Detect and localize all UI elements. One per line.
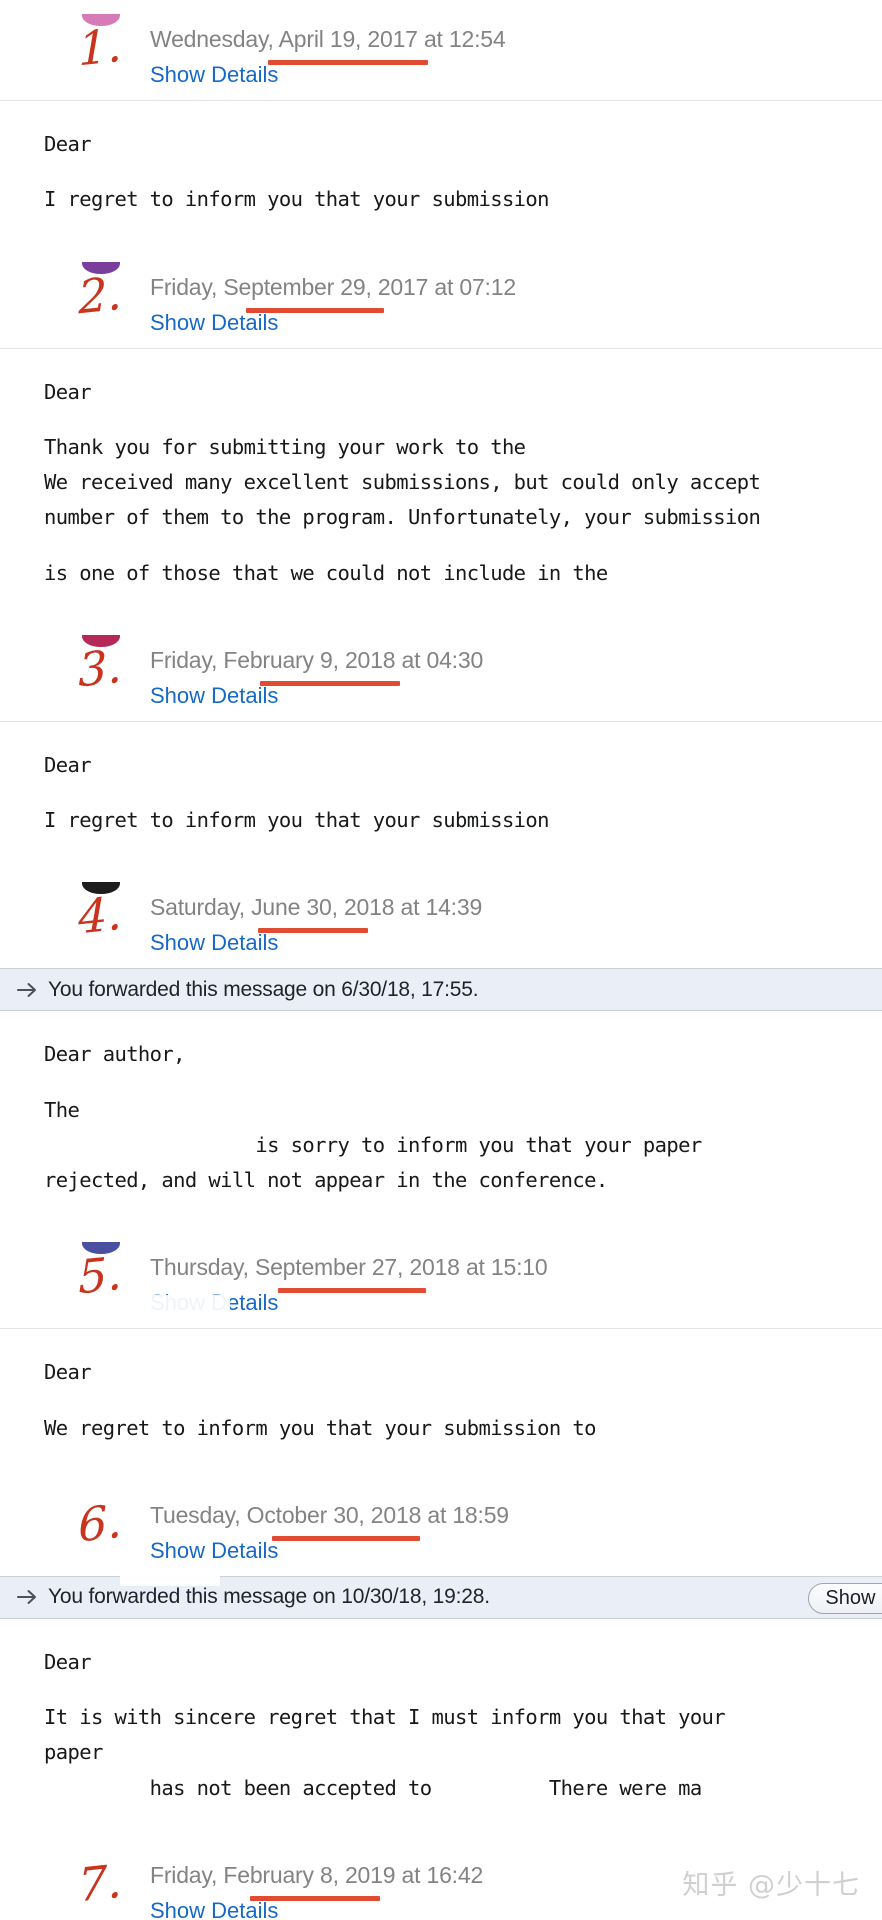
message-header: 3. Friday, February 9, 2018 at 04:30 Show … [0, 621, 882, 721]
body-line: is sorry to inform you that your paper [44, 1132, 702, 1157]
body-line: Dear [44, 1649, 92, 1674]
handwritten-number-label: 6. [77, 1493, 123, 1553]
handwritten-number-annotation: 2. [58, 254, 142, 350]
forwarded-message-text: You forwarded this message on 6/30/18, 1… [48, 977, 479, 1001]
highlighter-swoosh-icon [82, 14, 120, 26]
message-date: Friday, February 9, 2018 at 04:30 [150, 646, 484, 673]
message-body: Dear We regret to inform you that your su… [0, 1329, 882, 1476]
message-header: 4. Saturday, June 30, 2018 at 14:39 Show D… [0, 868, 882, 968]
body-line: The [44, 1097, 80, 1122]
message-header: 2. Friday, September 29, 2017 at 07:12 Sho… [0, 248, 882, 348]
body-line: We regret to inform you that your submis… [44, 1415, 596, 1440]
handwritten-number-annotation: 7. [58, 1842, 142, 1920]
show-details-link[interactable]: Show Details [150, 930, 278, 956]
forwarded-banner: You forwarded this message on 6/30/18, 1… [0, 968, 882, 1012]
body-blank-line [44, 1073, 882, 1093]
message-date: Wednesday, April 19, 2017 at 12:54 [150, 26, 506, 52]
body-line: has not been accepted to There were ma [44, 1775, 702, 1800]
body-line: Dear [44, 1360, 92, 1385]
show-forwarded-button[interactable]: Show For [808, 1582, 882, 1614]
message-body: Dear Thank you for submitting your work t… [0, 349, 882, 621]
message-body: Dear I regret to inform you that your sub… [0, 101, 882, 248]
date-red-underline [260, 680, 400, 686]
handwritten-number-annotation: 3. [58, 627, 142, 723]
handwritten-number-label: 2. [77, 265, 123, 324]
forwarded-banner: You forwarded this message on 10/30/18, … [0, 1575, 882, 1619]
forward-arrow-icon [14, 1584, 40, 1610]
body-blank-line [44, 783, 882, 803]
message-item: 3. Friday, February 9, 2018 at 04:30 Show … [0, 621, 882, 869]
body-line: rejected, and will not appear in the con… [44, 1168, 608, 1192]
message-date: Saturday, June 30, 2018 at 14:39 [150, 894, 483, 921]
show-details-link[interactable]: Show Details [150, 310, 278, 336]
highlighter-swoosh-icon [82, 1242, 120, 1255]
date-red-underline [272, 1535, 420, 1541]
show-details-link[interactable]: Show Details [150, 683, 278, 709]
body-line: Dear [44, 379, 92, 404]
forward-arrow-icon [14, 977, 40, 1003]
body-line: Dear [44, 752, 92, 777]
highlighter-swoosh-icon [82, 882, 120, 895]
body-blank-line [44, 1680, 882, 1700]
message-header: 6. Tuesday, October 30, 2018 at 18:59 Show… [0, 1476, 882, 1576]
handwritten-number-annotation: 6. [58, 1482, 142, 1578]
message-item: 5. Thursday, September 27, 2018 at 15:10 S… [0, 1228, 882, 1476]
message-item: 6. Tuesday, October 30, 2018 at 18:59 Show… [0, 1476, 882, 1836]
handwritten-number-label: 5. [77, 1245, 123, 1305]
watermark: 知乎 @少十七 [682, 1870, 860, 1901]
date-red-underline [278, 1288, 426, 1294]
message-date: Friday, February 8, 2019 at 16:42 [150, 1861, 484, 1888]
handwritten-number-annotation: 4. [58, 874, 142, 970]
body-blank-line [44, 162, 882, 182]
message-item: 1. Wednesday, April 19, 2017 at 12:54 Show… [0, 0, 882, 248]
body-line: I regret to inform you that your submiss… [44, 808, 550, 832]
message-date: Friday, September 29, 2017 at 07:12 [150, 273, 516, 300]
message-item: 4. Saturday, June 30, 2018 at 14:39 Show D… [0, 868, 882, 1228]
message-body: Dear It is with sincere regret that I mus… [0, 1619, 882, 1836]
body-line: Dear author, [44, 1042, 186, 1067]
message-container: 1. Wednesday, April 19, 2017 at 12:54 Show… [0, 0, 882, 1920]
show-details-link[interactable]: Show Details [150, 62, 278, 88]
body-line: Dear [44, 132, 92, 156]
body-line: Thank you for submitting your work to th… [44, 434, 526, 459]
mail-message-list: 1. Wednesday, April 19, 2017 at 12:54 Show… [0, 0, 882, 1920]
message-body: Dear author, The is sorry to inform you t… [0, 1011, 882, 1228]
handwritten-number-annotation: 1. [58, 6, 142, 102]
highlighter-swoosh-icon [82, 261, 120, 274]
body-line: is one of those that we could not includ… [44, 560, 608, 585]
handwritten-number-label: 3. [77, 638, 123, 698]
highlighter-swoosh-icon [82, 634, 120, 647]
message-header: 1. Wednesday, April 19, 2017 at 12:54 Show… [0, 0, 882, 100]
body-blank-line [44, 410, 882, 430]
body-line: We received many excellent submissions, … [44, 470, 761, 494]
handwritten-number-label: 7. [77, 1853, 123, 1913]
forwarded-message-text: You forwarded this message on 10/30/18, … [48, 1585, 490, 1609]
body-line: paper [44, 1740, 103, 1765]
body-blank-line [44, 536, 882, 556]
message-date: Tuesday, October 30, 2018 at 18:59 [150, 1501, 509, 1528]
date-red-underline [268, 60, 428, 65]
message-date: Thursday, September 27, 2018 at 15:10 [150, 1254, 548, 1281]
message-body: Dear I regret to inform you that your sub… [0, 722, 882, 869]
body-line: number of them to the program. Unfortuna… [44, 505, 761, 530]
handwritten-number-annotation: 5. [58, 1234, 142, 1330]
body-line: I regret to inform you that your submiss… [44, 187, 550, 212]
body-line: It is with sincere regret that I must in… [44, 1705, 726, 1729]
body-blank-line [44, 1391, 882, 1411]
show-details-link[interactable]: Show Details [150, 1538, 278, 1564]
show-details-link[interactable]: Show Details [150, 1290, 278, 1316]
message-item: 2. Friday, September 29, 2017 at 07:12 Sho… [0, 248, 882, 621]
message-header: 5. Thursday, September 27, 2018 at 15:10 S… [0, 1228, 882, 1328]
handwritten-number-label: 1. [77, 17, 123, 77]
show-details-link[interactable]: Show Details [150, 1898, 278, 1920]
handwritten-number-label: 4. [77, 885, 123, 945]
